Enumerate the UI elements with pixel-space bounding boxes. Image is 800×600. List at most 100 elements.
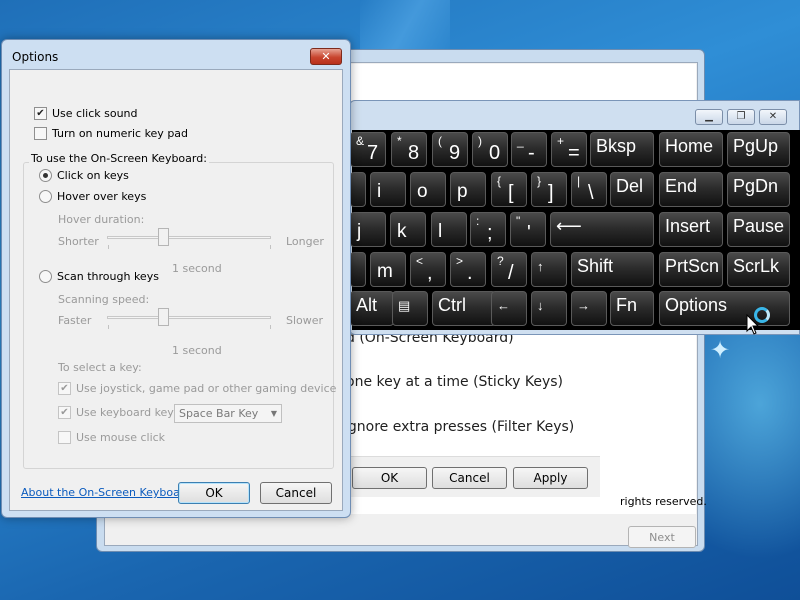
radio-selected-icon[interactable] xyxy=(39,169,52,182)
joystick-option: ✔ Use joystick, game pad or other gaming… xyxy=(58,382,336,395)
minimize-icon[interactable]: ▁ xyxy=(695,109,723,125)
scan-min-label: Faster xyxy=(58,314,92,327)
key-j[interactable]: j xyxy=(350,212,386,247)
scanning-speed-slider[interactable] xyxy=(107,316,271,319)
key-shift[interactable]: Shift xyxy=(571,252,654,287)
key-comma[interactable]: <, xyxy=(410,252,446,287)
checkbox-unchecked-icon xyxy=(58,431,71,444)
key-insert[interactable]: Insert xyxy=(659,212,723,247)
key-minus[interactable]: _ - xyxy=(511,132,547,167)
key-u[interactable] xyxy=(350,172,366,207)
click-on-keys-label: Click on keys xyxy=(57,169,129,182)
key-semicolon[interactable]: :; xyxy=(470,212,506,247)
next-button[interactable]: Next xyxy=(628,526,696,548)
restore-icon[interactable]: ❐ xyxy=(727,109,755,125)
key-m[interactable]: m xyxy=(370,252,406,287)
key-o[interactable]: o xyxy=(410,172,446,207)
radio-unselected-icon[interactable] xyxy=(39,190,52,203)
key-pgdn[interactable]: PgDn xyxy=(727,172,790,207)
key-p[interactable]: p xyxy=(450,172,486,207)
key-k[interactable]: k xyxy=(390,212,426,247)
inner-cancel-button[interactable]: Cancel xyxy=(432,467,507,489)
key-n[interactable] xyxy=(350,252,366,287)
dialog-button-bar: OK Cancel Apply xyxy=(332,456,600,497)
key-prtscn[interactable]: PrtScn xyxy=(659,252,723,287)
scan-keys-option[interactable]: Scan through keys xyxy=(39,270,159,283)
checkbox-checked-icon[interactable]: ✔ xyxy=(34,107,47,120)
key-options[interactable]: Options xyxy=(659,291,790,326)
copyright-text: rights reserved. xyxy=(620,495,707,508)
key-up-arrow[interactable]: ↑ xyxy=(531,252,567,287)
key-backspace[interactable]: Bksp xyxy=(590,132,654,167)
dialog-title: Options xyxy=(12,50,59,64)
key-pause[interactable]: Pause xyxy=(727,212,790,247)
hover-over-keys-label: Hover over keys xyxy=(57,190,147,203)
cancel-button[interactable]: Cancel xyxy=(260,482,332,504)
keyboard-key-label: Use keyboard key xyxy=(76,406,174,419)
radio-unselected-icon[interactable] xyxy=(39,270,52,283)
scan-keys-label: Scan through keys xyxy=(57,270,159,283)
key-equal[interactable]: + = xyxy=(551,132,587,167)
key-delete[interactable]: Del xyxy=(610,172,654,207)
select-key-label: To select a key: xyxy=(58,361,142,374)
on-screen-keyboard-window: ▁ ❐ ✕ & 7 * 8 (9 ) 0 _ - + = Bksp Home PgUp i… xyxy=(349,100,800,335)
key-alt[interactable]: Alt xyxy=(350,291,394,326)
chevron-down-icon: ▼ xyxy=(270,409,277,418)
hover-min-label: Shorter xyxy=(58,235,99,248)
scan-max-label: Slower xyxy=(286,314,324,327)
options-dialog: Options ✕ ✔ Use click sound Turn on nume… xyxy=(1,39,351,518)
inner-apply-button[interactable]: Apply xyxy=(513,467,588,489)
key-pgup[interactable]: PgUp xyxy=(727,132,790,167)
key-home[interactable]: Home xyxy=(659,132,723,167)
close-icon[interactable]: ✕ xyxy=(759,109,787,125)
key-right-bracket[interactable]: }] xyxy=(531,172,567,207)
keyboard-key-dropdown: Space Bar Key ▼ xyxy=(174,404,282,423)
key-scrlk[interactable]: ScrLk xyxy=(727,252,790,287)
key-slash[interactable]: ? / xyxy=(491,252,527,287)
key-l[interactable]: l xyxy=(431,212,467,247)
key-backslash[interactable]: | \ xyxy=(571,172,607,207)
hover-duration-slider[interactable] xyxy=(107,236,271,239)
key-ctrl[interactable]: Ctrl xyxy=(432,291,496,326)
key-down-arrow[interactable]: ↓ xyxy=(531,291,567,326)
slider-tick xyxy=(108,245,109,249)
key-menu[interactable]: ▤ xyxy=(392,291,428,326)
click-sound-option[interactable]: ✔ Use click sound xyxy=(34,107,138,120)
usage-group-label: To use the On-Screen Keyboard: xyxy=(29,152,209,165)
checkbox-unchecked-icon[interactable] xyxy=(34,127,47,140)
key-left-arrow[interactable]: ← xyxy=(491,291,527,326)
key-7[interactable]: & 7 xyxy=(350,132,386,167)
key-right-arrow[interactable]: → xyxy=(571,291,607,326)
key-end[interactable]: End xyxy=(659,172,723,207)
key-period[interactable]: >. xyxy=(450,252,486,287)
sticky-keys-text: one key at a time (Sticky Keys) xyxy=(346,374,563,390)
key-enter[interactable]: ⟵ xyxy=(550,212,654,247)
checkbox-checked-icon: ✔ xyxy=(58,406,71,419)
mouse-click-option: Use mouse click xyxy=(58,431,165,444)
key-8[interactable]: * 8 xyxy=(391,132,427,167)
busy-spinner-icon xyxy=(754,307,770,323)
keyboard-keys: & 7 * 8 (9 ) 0 _ - + = Bksp Home PgUp i o p {… xyxy=(350,130,800,330)
ease-of-access-dialog: d (On-Screen Keyboard) one key at a time… xyxy=(331,307,600,497)
scanning-speed-thumb[interactable] xyxy=(158,308,169,326)
key-9[interactable]: (9 xyxy=(432,132,468,167)
joystick-label: Use joystick, game pad or other gaming d… xyxy=(76,382,337,395)
key-quote[interactable]: " ' xyxy=(510,212,546,247)
hover-over-keys-option[interactable]: Hover over keys xyxy=(39,190,146,203)
hover-duration-thumb[interactable] xyxy=(158,228,169,246)
key-0[interactable]: ) 0 xyxy=(472,132,508,167)
key-fn[interactable]: Fn xyxy=(610,291,654,326)
about-osk-link[interactable]: About the On-Screen Keyboard xyxy=(21,486,191,499)
menu-icon: ▤ xyxy=(398,298,411,313)
click-on-keys-option[interactable]: Click on keys xyxy=(39,169,129,182)
ok-button[interactable]: OK xyxy=(178,482,250,504)
key-left-bracket[interactable]: {[ xyxy=(491,172,527,207)
keyboard-key-value: Space Bar Key xyxy=(179,407,259,420)
mouse-click-label: Use mouse click xyxy=(76,431,166,444)
slider-tick xyxy=(270,245,271,249)
close-icon[interactable]: ✕ xyxy=(310,48,342,65)
numeric-keypad-option[interactable]: Turn on numeric key pad xyxy=(34,127,188,140)
keyboard-key-option: ✔ Use keyboard key xyxy=(58,406,174,419)
inner-ok-button[interactable]: OK xyxy=(352,467,427,489)
key-i[interactable]: i xyxy=(370,172,406,207)
